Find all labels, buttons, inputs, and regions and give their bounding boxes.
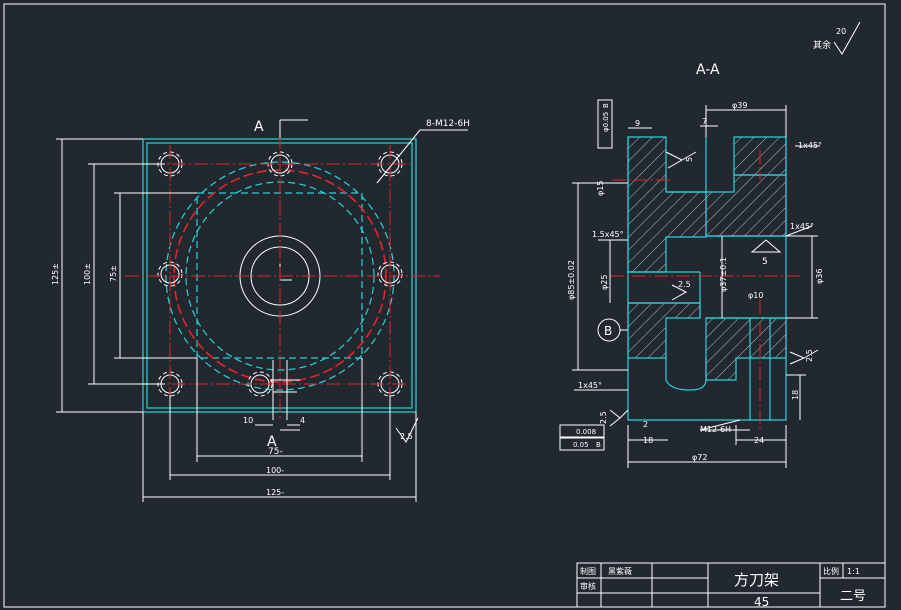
dim-slot-right: 4 xyxy=(300,416,305,425)
dim-d39: φ39 xyxy=(732,101,747,110)
dim-w75: 75- xyxy=(268,447,283,457)
finish-value: 20 xyxy=(836,27,846,36)
section-title: A-A xyxy=(696,62,720,78)
tb-scale-value: 1:1 xyxy=(847,567,860,576)
rough-25-bottom: 2.5 xyxy=(599,411,608,424)
rough-25-right: 2.5 xyxy=(805,349,814,362)
tb-part-name: 方刀架 xyxy=(734,571,779,589)
tb-drawn-label: 制图 xyxy=(580,566,596,576)
chamfer-mid-right: 1x45° xyxy=(790,222,814,231)
front-view xyxy=(56,119,468,502)
hatch-upper-right xyxy=(705,174,787,237)
tb-sheet: 二号 xyxy=(840,589,866,604)
dim-slot-left: 10 xyxy=(243,416,253,425)
dim-d37: φ37±0.1 xyxy=(719,257,728,292)
drawing-canvas: A-A 其余 20 A A 8-M12-6H 125± 100± 75± 75-… xyxy=(3,3,886,609)
datum-b: B xyxy=(604,324,612,338)
sheet-border xyxy=(3,3,886,608)
dim-w100: 100- xyxy=(266,466,284,475)
section-cut-top xyxy=(279,119,308,138)
rough-25-mid: 2.5 xyxy=(678,280,691,289)
dim-w125: 125- xyxy=(266,488,284,497)
chamfer-left: 1.5x45° xyxy=(592,230,624,239)
dim-w24: 24 xyxy=(754,436,764,445)
tb-checked-label: 审核 xyxy=(580,581,596,591)
finish-other-label: 其余 xyxy=(813,39,831,51)
tol-top-val: φ0.05 xyxy=(602,112,610,132)
dim-d10: φ10 xyxy=(748,291,763,300)
tol-perp-ref: B xyxy=(596,441,601,449)
dim-d36: φ36 xyxy=(815,269,824,284)
hatch-upper-left xyxy=(627,136,707,273)
tb-material: 45 xyxy=(754,595,769,609)
dim-d15: φ15 xyxy=(596,181,605,196)
dim-d85: φ85±0.02 xyxy=(567,260,576,300)
bore-key xyxy=(279,262,292,281)
dim-d25: φ25 xyxy=(600,275,609,290)
tol-perp-val: 0.05 xyxy=(573,441,589,449)
chamfer-bottom-left: 1x45° xyxy=(578,381,602,390)
dim-w2: 2 xyxy=(643,420,648,429)
dim-7: 7 xyxy=(702,117,707,126)
dim-h18-right: 18 xyxy=(791,390,800,400)
thread-note: 8-M12-6H xyxy=(426,119,470,129)
thread-bottom: M12-6H xyxy=(700,425,731,434)
tb-drawn-name: 黑紫薇 xyxy=(608,566,632,576)
tol-top-ref: B xyxy=(602,103,610,108)
section-mark-top: A xyxy=(254,119,264,135)
front-roughness: 2.5 xyxy=(400,432,413,441)
rough-bottom xyxy=(609,409,629,427)
chamfer-top-right: 1x45° xyxy=(798,141,822,150)
dim-h75: 75± xyxy=(109,265,118,282)
thread-leader xyxy=(376,129,468,184)
rough-mid xyxy=(750,239,782,253)
dim-9: 9 xyxy=(635,119,640,128)
bottom-slot xyxy=(270,360,300,420)
hatch-lower-left xyxy=(627,302,701,359)
dim-w18: 18 xyxy=(643,436,653,445)
dim-h100: 100± xyxy=(83,263,92,285)
tol-flat-val: 0.008 xyxy=(576,428,596,436)
dim-d72: φ72 xyxy=(692,453,707,462)
hatch-lower-right xyxy=(705,317,787,381)
rough-5-top: 5 xyxy=(685,157,694,162)
tb-scale-label: 比例 xyxy=(823,566,839,576)
dim-h125: 125± xyxy=(51,263,60,285)
rough-5-mid: 5 xyxy=(762,257,768,267)
